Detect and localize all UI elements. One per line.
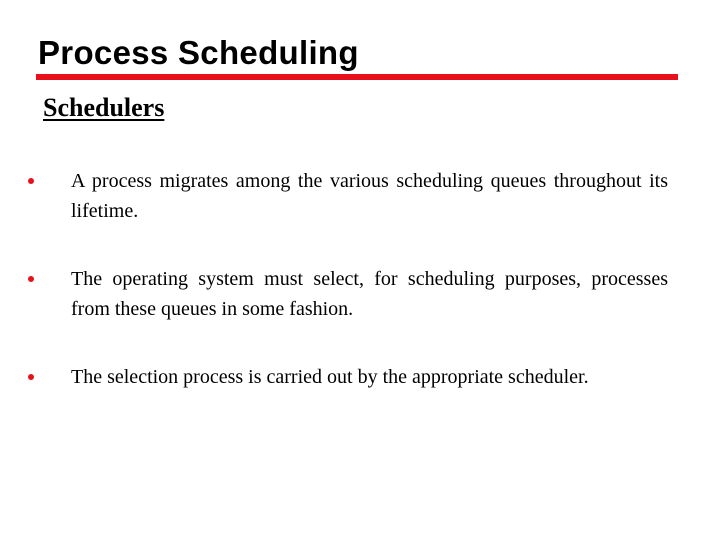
bullet-list: A process migrates among the various sch… — [28, 166, 668, 430]
section-heading: Schedulers — [43, 93, 165, 122]
slide-title: Process Scheduling — [38, 34, 359, 71]
bullet-icon — [28, 374, 34, 380]
title-underline-rule — [36, 74, 678, 80]
bullet-text: The operating system must select, for sc… — [71, 268, 668, 320]
bullet-text: A process migrates among the various sch… — [71, 170, 668, 222]
bullet-text: The selection process is carried out by … — [71, 366, 589, 388]
bullet-icon — [28, 276, 34, 282]
bullet-icon — [28, 178, 34, 184]
bullet-item: A process migrates among the various sch… — [28, 166, 668, 226]
bullet-item: The selection process is carried out by … — [28, 362, 668, 392]
bullet-item: The operating system must select, for sc… — [28, 264, 668, 324]
